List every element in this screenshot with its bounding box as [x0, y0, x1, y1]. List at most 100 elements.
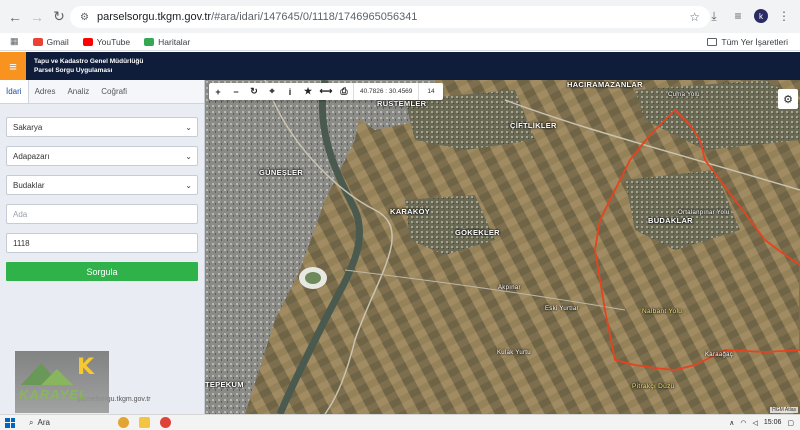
tab-analiz[interactable]: Analiz [61, 80, 95, 103]
query-button[interactable]: Sorgula [6, 262, 198, 281]
system-tray: ∧ ◠ ◁ 15:06 ▢ [729, 419, 794, 427]
windows-taskbar: ⌕ Ara ∧ ◠ ◁ 15:06 ▢ [0, 414, 800, 430]
print-icon[interactable]: ⎙ [335, 83, 353, 100]
zoom-out-icon[interactable]: − [227, 83, 245, 100]
chrome-app-icon[interactable] [159, 417, 171, 428]
ada-placeholder: Ada [13, 209, 28, 219]
tab-adres[interactable]: Adres [29, 80, 62, 103]
browser-toolbar: ← → ↻ ⚙ parselsorgu.tkgm.gov.tr/#ara/ida… [0, 0, 800, 33]
tab-idari[interactable]: İdari [0, 80, 29, 103]
chevron-down-icon: ⌄ [185, 122, 192, 132]
url-path: /#ara/idari/147645/0/1118/1746965056341 [211, 11, 418, 23]
parsel-input[interactable]: 1118 [6, 233, 198, 253]
map-label-ortalanpinar: Ortalanpınar Yolu [678, 210, 730, 216]
map-label-rustemler: RÜSTEMLER [377, 99, 427, 108]
stadium-pitch [305, 272, 321, 284]
bookmark-youtube[interactable]: YouTube [82, 36, 131, 47]
map-toolbar: + − ↻ ⌖ i ★ ⟷ ⎙ 40.7826 : 30.4569 14 [209, 83, 443, 100]
taskbar-search[interactable]: ⌕ Ara [29, 418, 50, 428]
karayel-watermark-logo: K KARAYEL [15, 351, 109, 413]
all-bookmarks[interactable]: Tüm Yer İşaretleri [707, 37, 788, 47]
app-title-line1: Tapu ve Kadastro Genel Müdürlüğü [34, 58, 144, 65]
more-menu-icon[interactable]: ⋮ [776, 6, 792, 26]
gmail-icon [32, 37, 43, 46]
map-label-eski-yurtlar: Eski Yurtlar [545, 306, 579, 312]
url-host: parselsorgu.tkgm.gov.tr [96, 11, 212, 23]
district-value: Adapazarı [13, 151, 50, 161]
map-label-karakoy: KARAKÖY [390, 207, 431, 216]
map-label-akpinar: Akpınar [498, 285, 521, 291]
map-label-kulak-yurtu: Kulak Yurtu [497, 350, 531, 356]
logo-brand: KARAYEL [19, 387, 88, 402]
locate-icon[interactable]: ⌖ [263, 83, 281, 100]
youtube-icon [82, 37, 93, 46]
back-icon[interactable]: ← [4, 6, 26, 28]
app-title: Tapu ve Kadastro Genel Müdürlüğü Parsel … [34, 57, 143, 75]
map-label-haciramazanlar: HACIRAMAZANLAR [567, 80, 643, 89]
coordinate-readout: 40.7826 : 30.4569 [353, 83, 418, 100]
logo-letter: K [77, 355, 95, 380]
chrome-icon[interactable] [117, 417, 129, 428]
map-label-gokekler: GÖKEKLER [455, 228, 500, 237]
clock[interactable]: 15:06 [764, 419, 782, 426]
map-label-tepekum: TEPEKUM [205, 380, 244, 389]
app-header: ≡ Tapu ve Kadastro Genel Müdürlüğü Parse… [0, 52, 800, 80]
taskbar-search-label: Ara [37, 418, 50, 427]
map-label-ciftlikler: ÇİFTLİKLER [510, 121, 557, 130]
bookmark-gmail[interactable]: Gmail [32, 37, 69, 47]
app-title-line2: Parsel Sorgu Uygulaması [34, 67, 113, 74]
address-bar[interactable]: ⚙ parselsorgu.tkgm.gov.tr/#ara/idari/147… [70, 6, 710, 28]
notification-icon[interactable]: ▢ [787, 419, 794, 427]
forward-icon[interactable]: → [26, 6, 48, 28]
chevron-down-icon: ⌄ [185, 180, 192, 190]
map-imagery [205, 80, 800, 414]
parsel-value: 1118 [13, 238, 30, 248]
extensions-icon[interactable]: ≡ [730, 6, 746, 26]
bookmark-star-icon[interactable]: ☆ [689, 10, 700, 24]
province-value: Sakarya [13, 122, 43, 132]
site-info-icon[interactable]: ⚙ [80, 12, 89, 23]
folder-icon [707, 37, 718, 46]
tab-cografi[interactable]: Coğrafi [95, 80, 133, 103]
favorite-star-icon[interactable]: ★ [299, 83, 317, 100]
bookmark-label: YouTube [96, 36, 131, 47]
bookmark-label: Haritalar [158, 36, 191, 47]
map-label-pitrak: Pitrakçı Düzü [632, 383, 675, 390]
ada-input[interactable]: Ada [6, 204, 198, 224]
mountain-icon [41, 369, 73, 385]
volume-icon[interactable]: ◁ [752, 419, 757, 427]
province-select[interactable]: Sakarya ⌄ [6, 117, 198, 137]
tray-chevron-icon[interactable]: ∧ [729, 419, 734, 427]
search-icon: ⌕ [29, 417, 34, 427]
neighborhood-value: Budaklar [13, 180, 45, 190]
bookmarks-bar: ▦ Gmail YouTube Haritalar Tüm Yer İşaret… [0, 33, 800, 51]
all-bookmarks-label: Tüm Yer İşaretleri [721, 36, 788, 47]
apps-grid-icon[interactable]: ▦ [10, 36, 19, 47]
file-explorer-icon[interactable] [138, 417, 150, 428]
sidebar-tabs: İdari Adres Analiz Coğrafi [0, 80, 204, 104]
settings-gear-icon[interactable]: ⚙ [778, 89, 798, 109]
bookmark-maps[interactable]: Haritalar [144, 37, 190, 47]
map-attribution: HGM Atlas [770, 407, 798, 413]
refresh-icon[interactable]: ↻ [245, 83, 263, 100]
measure-icon[interactable]: ⟷ [317, 83, 335, 100]
hamburger-icon[interactable]: ≡ [0, 52, 26, 80]
zoom-in-icon[interactable]: + [209, 83, 227, 100]
pinned-apps [117, 417, 171, 428]
map-label-cuma-yolu: Cuma Yolu [668, 92, 700, 98]
query-form: Sakarya ⌄ Adapazarı ⌄ Budaklar ⌄ Ada 1118 S… [0, 104, 204, 281]
windows-start-icon[interactable] [5, 417, 15, 428]
map-label-budaklar: BUDAKLAR [648, 216, 693, 225]
satellite-map[interactable]: HACIRAMAZANLAR RÜSTEMLER ÇİFTLİKLER GÜNE… [205, 80, 800, 414]
profile-avatar[interactable]: k [754, 9, 768, 23]
download-icon[interactable]: ⤓ [706, 6, 722, 26]
reload-icon[interactable]: ↻ [48, 6, 70, 28]
zoom-level: 14 [418, 83, 442, 100]
maps-icon [144, 37, 155, 46]
wifi-icon[interactable]: ◠ [740, 419, 746, 427]
info-icon[interactable]: i [281, 83, 299, 100]
district-select[interactable]: Adapazarı ⌄ [6, 146, 198, 166]
neighborhood-select[interactable]: Budaklar ⌄ [6, 175, 198, 195]
map-label-gunesler: GÜNEŞLER [259, 168, 304, 177]
map-label-nalbant: Nalbant Yolu [642, 308, 683, 315]
